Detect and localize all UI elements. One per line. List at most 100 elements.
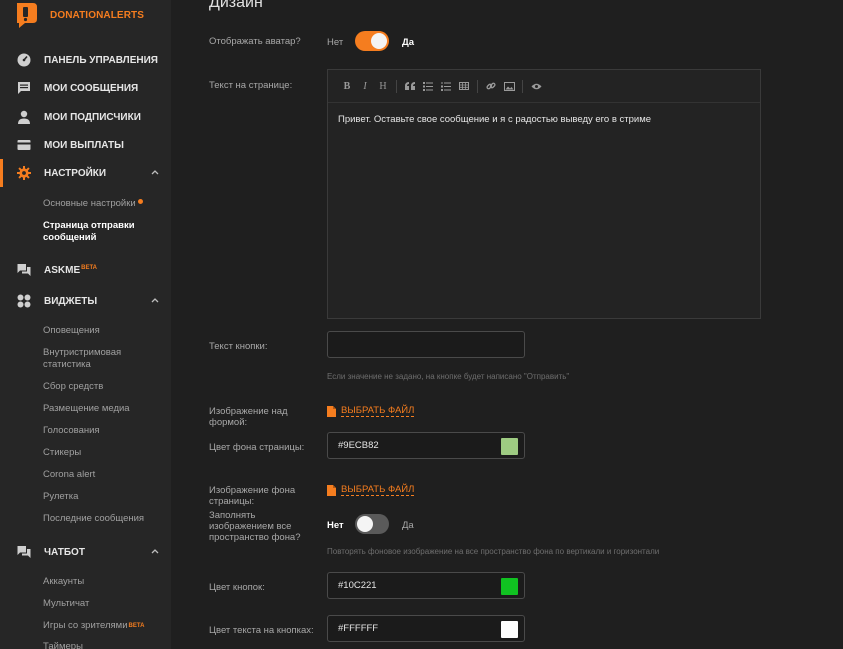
nav-item-messages[interactable]: МОИ СООБЩЕНИЯ bbox=[0, 74, 171, 102]
bg-color-swatch[interactable] bbox=[501, 438, 518, 455]
dashboard-icon bbox=[16, 52, 32, 68]
nav-label: ASKMEBETA bbox=[44, 265, 97, 276]
sub-label: Игры со зрителями bbox=[43, 620, 128, 631]
numbered-list-icon[interactable] bbox=[437, 77, 455, 95]
btn-text-color-swatch[interactable] bbox=[501, 621, 518, 638]
btn-color-swatch[interactable] bbox=[501, 578, 518, 595]
nav-label: НАСТРОЙКИ bbox=[44, 167, 107, 179]
quote-icon[interactable] bbox=[401, 77, 419, 95]
sidebar-item-roulette[interactable]: Рулетка bbox=[43, 491, 78, 503]
chevron-up-icon[interactable] bbox=[151, 547, 159, 555]
page-text-editor[interactable]: B I H Привет. Оставьте свое сообщение и … bbox=[327, 69, 761, 319]
nav-item-settings[interactable]: НАСТРОЙКИ bbox=[0, 159, 171, 187]
chevron-up-icon[interactable] bbox=[151, 296, 159, 304]
bullet-list-icon[interactable] bbox=[419, 77, 437, 95]
editor-toolbar: B I H bbox=[328, 70, 760, 103]
image-icon[interactable] bbox=[500, 77, 518, 95]
label-line: формой: bbox=[209, 417, 248, 428]
beta-badge: BETA bbox=[128, 623, 145, 629]
sidebar-item-stickers[interactable]: Стикеры bbox=[43, 447, 81, 459]
sidebar: DONATIONALERTS ПАНЕЛЬ УПРАВЛЕНИЯ МОИ СОО… bbox=[0, 0, 171, 649]
avatar-on-label: Да bbox=[402, 37, 415, 48]
bg-color-input[interactable]: #9ECB82 bbox=[327, 432, 525, 459]
nav-item-payouts[interactable]: МОИ ВЫПЛАТЫ bbox=[0, 131, 171, 159]
fill-off-label: Нет bbox=[327, 520, 344, 531]
sidebar-item-alerts[interactable]: Оповещения bbox=[43, 325, 100, 337]
label-line: изображением все bbox=[209, 521, 292, 532]
nav-label: МОИ ПОДПИСЧИКИ bbox=[44, 111, 141, 123]
avatar-label: Отображать аватар? bbox=[209, 36, 301, 47]
nav-item-subscribers[interactable]: МОИ ПОДПИСЧИКИ bbox=[0, 103, 171, 131]
sidebar-item-main-settings[interactable]: Основные настройки bbox=[43, 198, 143, 210]
sub-label: Основные настройки bbox=[43, 198, 136, 209]
preview-eye-icon[interactable] bbox=[527, 77, 545, 95]
notification-dot bbox=[137, 199, 143, 204]
widgets-icon bbox=[16, 293, 32, 309]
fill-label: Заполнять изображением все пространство … bbox=[209, 510, 301, 543]
messages-icon bbox=[16, 80, 32, 96]
toggle-knob bbox=[371, 33, 387, 49]
fill-toggle[interactable] bbox=[355, 514, 389, 534]
brand-name: DONATIONALERTS bbox=[50, 10, 144, 21]
sub-label: Внутристримовая bbox=[43, 347, 122, 358]
brand[interactable]: DONATIONALERTS bbox=[14, 2, 144, 29]
bg-image-label: Изображение фона страницы: bbox=[209, 485, 295, 507]
editor-content[interactable]: Привет. Оставьте свое сообщение и я с ра… bbox=[328, 103, 760, 136]
table-icon[interactable] bbox=[455, 77, 473, 95]
sidebar-item-corona[interactable]: Corona alert bbox=[43, 469, 95, 481]
sidebar-item-timers[interactable]: Таймеры bbox=[43, 641, 83, 649]
wallet-icon bbox=[16, 137, 32, 153]
button-text-input[interactable] bbox=[327, 331, 525, 358]
sub-label: Страница отправки bbox=[43, 220, 135, 231]
bold-button[interactable]: B bbox=[338, 77, 356, 95]
askme-label: ASKME bbox=[44, 264, 81, 276]
bg-image-choose-button[interactable]: ВЫБРАТЬ ФАЙЛ bbox=[327, 484, 415, 496]
choose-file-label: ВЫБРАТЬ ФАЙЛ bbox=[341, 484, 415, 496]
label-line: Изображение над bbox=[209, 406, 288, 417]
sidebar-item-multichat[interactable]: Мультичат bbox=[43, 598, 89, 610]
page-text-label: Текст на странице: bbox=[209, 80, 293, 91]
donationalerts-logo-icon bbox=[17, 3, 37, 28]
nav-item-chatbot[interactable]: ЧАТБОТ bbox=[0, 538, 171, 566]
sidebar-item-polls[interactable]: Голосования bbox=[43, 425, 100, 437]
link-icon[interactable] bbox=[482, 77, 500, 95]
nav-item-dashboard[interactable]: ПАНЕЛЬ УПРАВЛЕНИЯ bbox=[0, 46, 171, 74]
page-title: Дизайн bbox=[209, 0, 263, 11]
italic-button[interactable]: I bbox=[356, 77, 374, 95]
sidebar-item-send-page[interactable]: Страница отправки сообщений bbox=[43, 220, 135, 244]
form-image-choose-button[interactable]: ВЫБРАТЬ ФАЙЛ bbox=[327, 405, 415, 417]
sidebar-item-accounts[interactable]: Аккаунты bbox=[43, 576, 84, 588]
button-text-hint: Если значение не задано, на кнопке будет… bbox=[327, 372, 570, 381]
avatar-off-label: Нет bbox=[327, 37, 344, 48]
choose-file-label: ВЫБРАТЬ ФАЙЛ bbox=[341, 405, 415, 417]
toolbar-divider bbox=[396, 79, 397, 93]
btn-text-color-input[interactable]: #FFFFFF bbox=[327, 615, 525, 642]
sidebar-item-goal[interactable]: Сбор средств bbox=[43, 381, 103, 393]
sub-label: сообщений bbox=[43, 232, 97, 243]
nav-item-widgets[interactable]: ВИДЖЕТЫ bbox=[0, 287, 171, 315]
nav-label: ВИДЖЕТЫ bbox=[44, 295, 98, 307]
btn-color-value: #10C221 bbox=[338, 580, 377, 591]
user-icon bbox=[16, 109, 32, 125]
toolbar-divider bbox=[477, 79, 478, 93]
sidebar-item-viewer-games[interactable]: Игры со зрителямиBETA bbox=[43, 620, 144, 632]
btn-color-input[interactable]: #10C221 bbox=[327, 572, 525, 599]
sidebar-item-media[interactable]: Размещение медиа bbox=[43, 403, 130, 415]
btn-color-label: Цвет кнопок: bbox=[209, 582, 265, 593]
file-icon bbox=[327, 484, 336, 496]
sidebar-item-last-messages[interactable]: Последние сообщения bbox=[43, 513, 144, 525]
nav-label: МОИ ВЫПЛАТЫ bbox=[44, 139, 124, 151]
sidebar-item-stream-stats[interactable]: Внутристримовая статистика bbox=[43, 347, 121, 371]
chevron-up-icon[interactable] bbox=[151, 168, 159, 176]
file-icon bbox=[327, 405, 336, 417]
nav-item-askme[interactable]: ASKMEBETA bbox=[0, 256, 171, 284]
gear-icon bbox=[16, 165, 32, 181]
avatar-toggle[interactable] bbox=[355, 31, 389, 51]
fill-hint: Повторять фоновое изображение на все про… bbox=[327, 547, 660, 556]
beta-badge: BETA bbox=[81, 264, 98, 271]
nav-label: МОИ СООБЩЕНИЯ bbox=[44, 82, 139, 94]
btn-text-color-value: #FFFFFF bbox=[338, 623, 379, 634]
heading-button[interactable]: H bbox=[374, 77, 392, 95]
nav-label: ПАНЕЛЬ УПРАВЛЕНИЯ bbox=[44, 54, 158, 66]
bg-color-label: Цвет фона страницы: bbox=[209, 442, 305, 453]
